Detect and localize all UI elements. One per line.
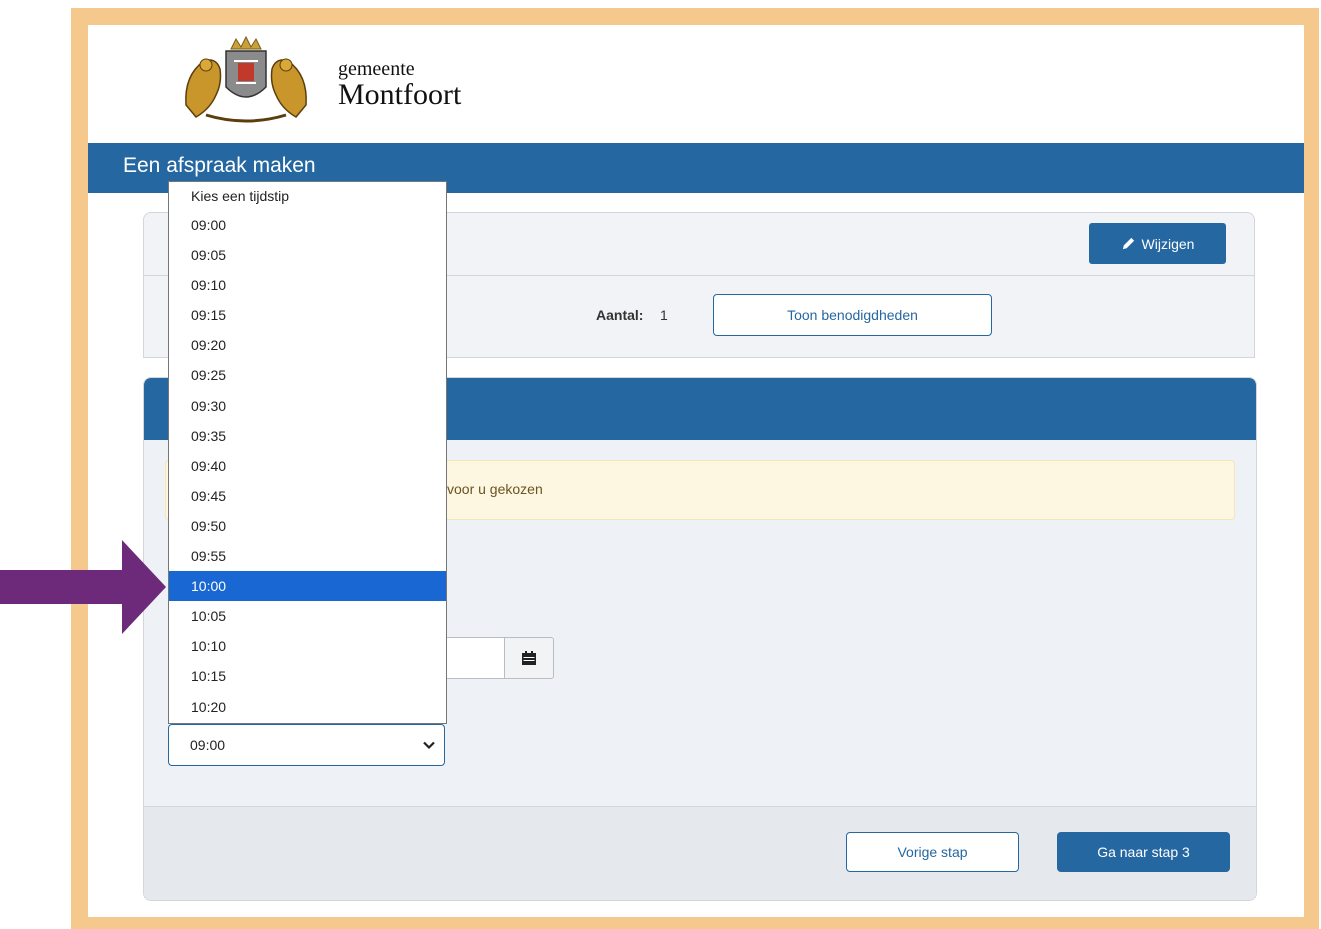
crest-logo <box>185 35 307 123</box>
dropdown-option[interactable]: 10:15 <box>169 661 446 691</box>
dropdown-option[interactable]: 09:25 <box>169 360 446 390</box>
next-step-button[interactable]: Ga naar stap 3 <box>1057 832 1230 872</box>
dropdown-option[interactable]: 09:05 <box>169 240 446 270</box>
edit-button-label: Wijzigen <box>1141 235 1195 252</box>
dropdown-option[interactable]: 10:20 <box>169 692 446 722</box>
previous-step-button[interactable]: Vorige stap <box>846 832 1019 872</box>
dropdown-option[interactable]: 10:10 <box>169 631 446 661</box>
dropdown-option[interactable]: 09:00 <box>169 210 446 240</box>
time-dropdown-list: Kies een tijdstip 09:00 09:05 09:10 09:1… <box>168 181 447 724</box>
show-requirements-button[interactable]: Toon benodigdheden <box>713 294 992 336</box>
chevron-down-icon <box>423 741 435 750</box>
dropdown-option[interactable]: 09:45 <box>169 481 446 511</box>
dropdown-option[interactable]: 10:05 <box>169 601 446 631</box>
aantal-value: 1 <box>660 307 668 323</box>
arrow-right-icon <box>0 540 166 634</box>
time-select-value: 09:00 <box>190 737 226 753</box>
page-title: Een afspraak maken <box>123 154 316 177</box>
dropdown-option[interactable]: 09:20 <box>169 330 446 360</box>
aantal-label: Aantal: <box>596 307 644 323</box>
card-footer: Vorige stap Ga naar stap 3 <box>144 806 1256 900</box>
logo-text: gemeente Montfoort <box>338 58 461 110</box>
dropdown-option-highlighted[interactable]: 10:00 <box>169 571 446 602</box>
dropdown-placeholder[interactable]: Kies een tijdstip <box>169 182 446 210</box>
calendar-icon <box>522 651 536 665</box>
logo-big-text: Montfoort <box>338 78 462 111</box>
alert-text: voor u gekozen <box>447 481 543 497</box>
edit-button[interactable]: Wijzigen <box>1089 223 1226 264</box>
dropdown-option[interactable]: 09:55 <box>169 541 446 571</box>
time-select[interactable]: 09:00 <box>168 724 445 766</box>
logo-small-text: gemeente <box>338 58 415 80</box>
dropdown-option[interactable]: 09:50 <box>169 511 446 541</box>
dropdown-option[interactable]: 09:40 <box>169 451 446 481</box>
dropdown-option[interactable]: 09:35 <box>169 421 446 451</box>
calendar-button[interactable] <box>504 637 554 679</box>
dropdown-option[interactable]: 09:10 <box>169 270 446 300</box>
dropdown-option[interactable]: 09:15 <box>169 300 446 330</box>
dropdown-option[interactable]: 09:30 <box>169 391 446 421</box>
pencil-icon <box>1122 237 1134 249</box>
